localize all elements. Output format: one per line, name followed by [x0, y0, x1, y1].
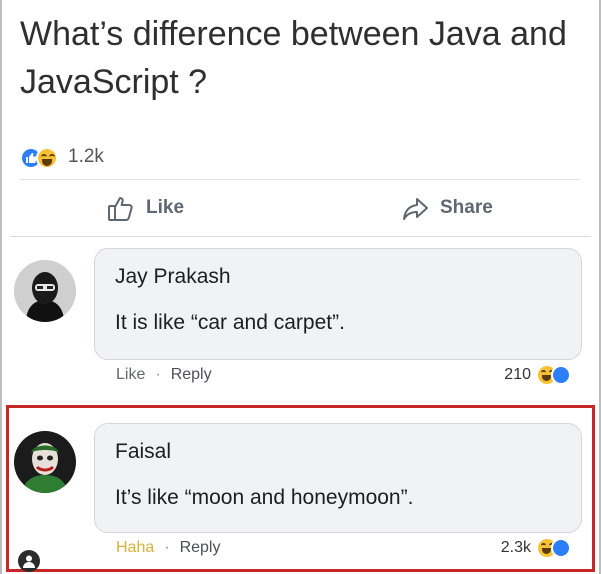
comment-author[interactable]: Jay Prakash — [115, 263, 561, 291]
like-button[interactable]: Like — [104, 186, 184, 230]
comment-like-link[interactable]: Like — [116, 366, 145, 384]
comment-reactions[interactable]: 210 — [504, 365, 575, 385]
separator-dot: · — [164, 539, 170, 556]
haha-reaction-icon — [36, 147, 58, 169]
avatar[interactable] — [14, 431, 76, 493]
post-title: What’s difference between Java and JavaS… — [20, 15, 567, 101]
comment-haha-link[interactable]: Haha — [116, 539, 154, 557]
like-button-label: Like — [146, 197, 185, 218]
share-arrow-icon — [398, 191, 432, 225]
post-action-bar: Like Share — [0, 186, 601, 230]
comment-reply-link[interactable]: Reply — [171, 366, 212, 384]
share-button-label: Share — [440, 197, 493, 218]
comment-reaction-icons — [537, 538, 575, 558]
like-reaction-icon — [551, 365, 571, 385]
reaction-icons — [20, 145, 66, 169]
comment-text: It’s like “moon and honeymoon”. — [115, 486, 414, 509]
comment-actions: Like · Reply — [116, 366, 212, 384]
comment-actions: Haha · Reply — [116, 539, 220, 557]
post-reactions-summary[interactable]: 1.2k — [20, 144, 104, 170]
post-reaction-count: 1.2k — [68, 146, 104, 167]
avatar[interactable] — [14, 260, 76, 322]
comment-author[interactable]: Faisal — [115, 438, 561, 466]
separator-dot: · — [155, 366, 161, 383]
comment-bubble: Faisal It’s like “moon and honeymoon”. — [94, 423, 582, 533]
comment-reply-link[interactable]: Reply — [180, 539, 221, 557]
comment-reaction-icons — [537, 365, 575, 385]
comment-reaction-count: 2.3k — [500, 539, 531, 556]
share-button[interactable]: Share — [398, 186, 493, 230]
divider — [10, 236, 591, 237]
comment-reaction-count: 210 — [504, 366, 531, 383]
user-account-icon[interactable] — [18, 550, 40, 572]
comment-bubble: Jay Prakash It is like “car and carpet”. — [94, 248, 582, 360]
left-frame-edge — [0, 0, 2, 574]
thumbs-up-icon — [104, 191, 138, 225]
comment-text: It is like “car and carpet”. — [115, 311, 345, 334]
like-reaction-icon — [551, 538, 571, 558]
divider — [20, 179, 581, 180]
comment-reactions[interactable]: 2.3k — [501, 538, 575, 558]
